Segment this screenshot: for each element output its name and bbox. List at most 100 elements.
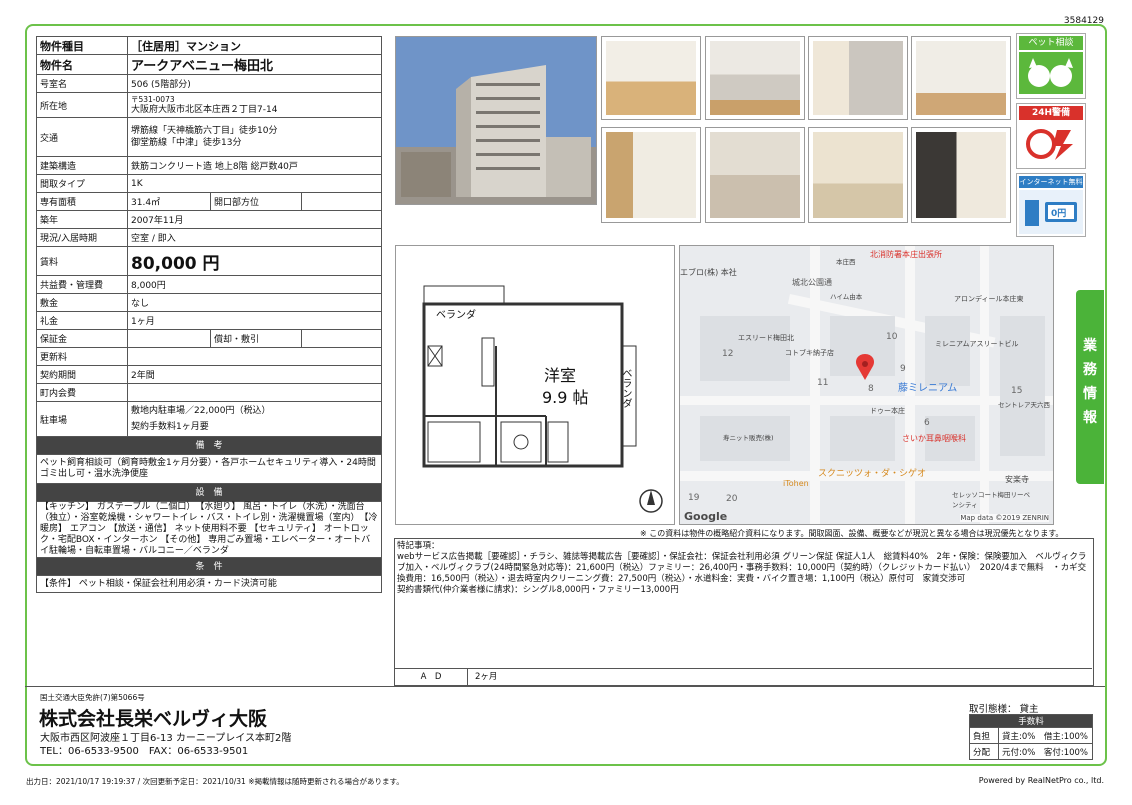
contract-label: 契約期間 [36, 365, 128, 384]
address-value: 大阪府大阪市北区本庄西２丁目7-14 [131, 105, 278, 115]
closet-photo [911, 36, 1011, 120]
area-value: 31.4㎡ [127, 192, 211, 211]
traffic-line-2: 御堂筋線「中津」徒歩13分 [131, 138, 242, 148]
pet-badge-label: ペット相談 [1019, 36, 1083, 50]
ad-label: A D [395, 669, 468, 685]
map-label-9: セレッソコート梅田リーベンシティ [952, 491, 1030, 509]
common-fee-label: 共益費・管理費 [36, 275, 128, 294]
map-label-11: iTohen [783, 479, 809, 488]
footer-divider [25, 686, 1105, 687]
conditions-header: 条 件 [36, 557, 382, 576]
map-label-10: 安楽寺 [1005, 475, 1029, 484]
deposit-label: 敷金 [36, 293, 128, 312]
room-name: 洋室 [544, 366, 577, 385]
guarantee-value [127, 329, 211, 348]
burden-value: 貸主:0% 借主:100% [998, 727, 1093, 744]
layout-value: 1K [127, 174, 382, 193]
fee-header: 手数料 [969, 714, 1093, 728]
remarks-text: ペット飼育相談可（飼育時敷金1ヶ月分要）・各戸ホームセキュリティ導入・24時間ゴ… [36, 454, 382, 484]
shikibiki-value [301, 329, 382, 348]
name-label: 物件名 [36, 54, 128, 75]
pet-badge: ペット相談 [1016, 33, 1086, 99]
area-label: 専有面積 [36, 192, 128, 211]
parking-line-2: 契約手数料1ヶ月要 [131, 422, 209, 432]
internet-badge: インターネット無料 0円 [1016, 173, 1086, 237]
tab-char-1: 業 [1083, 338, 1097, 354]
remarks-header: 備 考 [36, 436, 382, 455]
burden-label: 負担 [969, 727, 999, 744]
guarantee-label: 保証金 [36, 329, 128, 348]
ad-row: A D 2ヶ月 [395, 668, 1092, 685]
map-label-16: エブロ(株) 本社 [680, 268, 737, 277]
tab-char-4: 報 [1083, 410, 1097, 426]
status-value: 空室 / 即入 [127, 228, 382, 247]
map-label-1: アロンディール本庄東 [954, 295, 1024, 303]
license-number: 国土交通大臣免許(7)第5066号 [40, 693, 145, 702]
special-notes: 特記事項： webサービス広告掲載［要確認］・チラシ、雑誌等掲載広告［要確認］・… [397, 541, 1087, 596]
map-block-6: 15 [1011, 386, 1023, 396]
business-info-tab[interactable]: 業 務 情 報 [1076, 290, 1104, 484]
map-label-5: 藤ミレニアム [898, 383, 958, 394]
washroom-photo [601, 127, 701, 223]
veranda-top-label: ベランダ [436, 310, 476, 321]
type-value: ［住居用］マンション [127, 36, 382, 55]
split-value: 元付:0% 客付:100% [998, 743, 1093, 760]
parking-label: 駐車場 [36, 401, 128, 437]
built-value: 2007年11月 [127, 210, 382, 229]
key-money-label: 礼金 [36, 311, 128, 330]
fee-table: 手数料 負担 貸主:0% 借主:100% 分配 元付:0% 客付:100% [969, 714, 1093, 760]
property-name: アークアベニュー梅田北 [127, 54, 382, 75]
powered-by: Powered by RealNetPro co., ltd. [978, 776, 1104, 785]
structure-label: 建築構造 [36, 156, 128, 175]
map-label-14: ハイム由本 [830, 293, 863, 301]
map-label-12: セントレア天六西 [998, 401, 1050, 409]
transaction-type: 取引態様： 貸主 [969, 701, 1039, 715]
address-label: 所在地 [36, 92, 128, 118]
equipment-text: 【キッチン】 ガステーブル（二個口） 【水廻り】 風呂・トイレ（水洗）・洗面台（… [36, 501, 382, 558]
contract-value: 2年間 [127, 365, 382, 384]
type-label: 物件種目 [36, 36, 128, 55]
pet-icon [1019, 52, 1083, 94]
alarm-icon [1019, 122, 1083, 164]
equipment-header: 設 備 [36, 483, 382, 502]
internet-price: 0円 [1051, 209, 1067, 219]
renewal-label: 更新料 [36, 347, 128, 366]
town-fee-value [127, 383, 382, 402]
map-attribution: Map data ©2019 ZENRIN [960, 514, 1049, 522]
traffic-label: 交通 [36, 117, 128, 157]
key-money-value: 1ヶ月 [127, 311, 382, 330]
map-block-3: 9 [900, 364, 906, 374]
common-fee-value: 8,000円 [127, 275, 382, 294]
building-photo [395, 36, 597, 205]
map-label-8: スクニッツォ・ダ・シゲオ [818, 469, 927, 479]
town-fee-label: 町内会費 [36, 383, 128, 402]
room-value: 506 (5階部分) [127, 74, 382, 93]
special-line-1: webサービス広告掲載［要確認］・チラシ、雑誌等掲載広告［要確認］・保証会社：保… [397, 552, 1087, 584]
google-logo: Google [684, 510, 728, 523]
area-map[interactable]: 北消防署本庄出張所 アロンディール本庄東 エスリード梅田北 コトブキ納子店 ミレ… [679, 245, 1054, 525]
toilet-photo [808, 127, 908, 223]
map-label-3: コトブキ納子店 [785, 349, 834, 357]
room-label: 号室名 [36, 74, 128, 93]
deposit-value: なし [127, 293, 382, 312]
parking-line-1: 敷地内駐車場／22,000円（税込） [131, 406, 271, 416]
orientation-label: 開口部方位 [210, 192, 302, 211]
map-label-6: ドゥー本庄 [870, 407, 905, 415]
room-photo-1 [601, 36, 701, 120]
veranda-side-label: ベランダ [620, 368, 631, 408]
map-block-4: 8 [868, 384, 874, 394]
map-label-4: ミレニアムアスリートビル [935, 340, 1019, 348]
output-date: 出力日：2021/10/17 19:19:37 / 次回更新予定日：2021/1… [26, 777, 404, 786]
rent-label: 賃料 [36, 246, 128, 276]
company-name: 株式会社長栄ベルヴィ大阪 [39, 708, 268, 730]
bath-photo [705, 127, 805, 223]
internet-badge-label: インターネット無料 [1019, 176, 1083, 188]
special-title: 特記事項： [397, 541, 440, 551]
map-block-2: 10 [886, 332, 898, 342]
map-block-5: 6 [924, 418, 930, 428]
map-label-13: 寿ニット販売(株) [723, 434, 774, 442]
map-label-7: さいか耳鼻咽喉科 [902, 434, 966, 443]
map-block-7: 19 [688, 493, 700, 503]
map-block-8: 20 [726, 494, 738, 504]
property-table: 物件種目 ［住居用］マンション 物件名 アークアベニュー梅田北 号室名 506 (5階… [36, 36, 382, 593]
